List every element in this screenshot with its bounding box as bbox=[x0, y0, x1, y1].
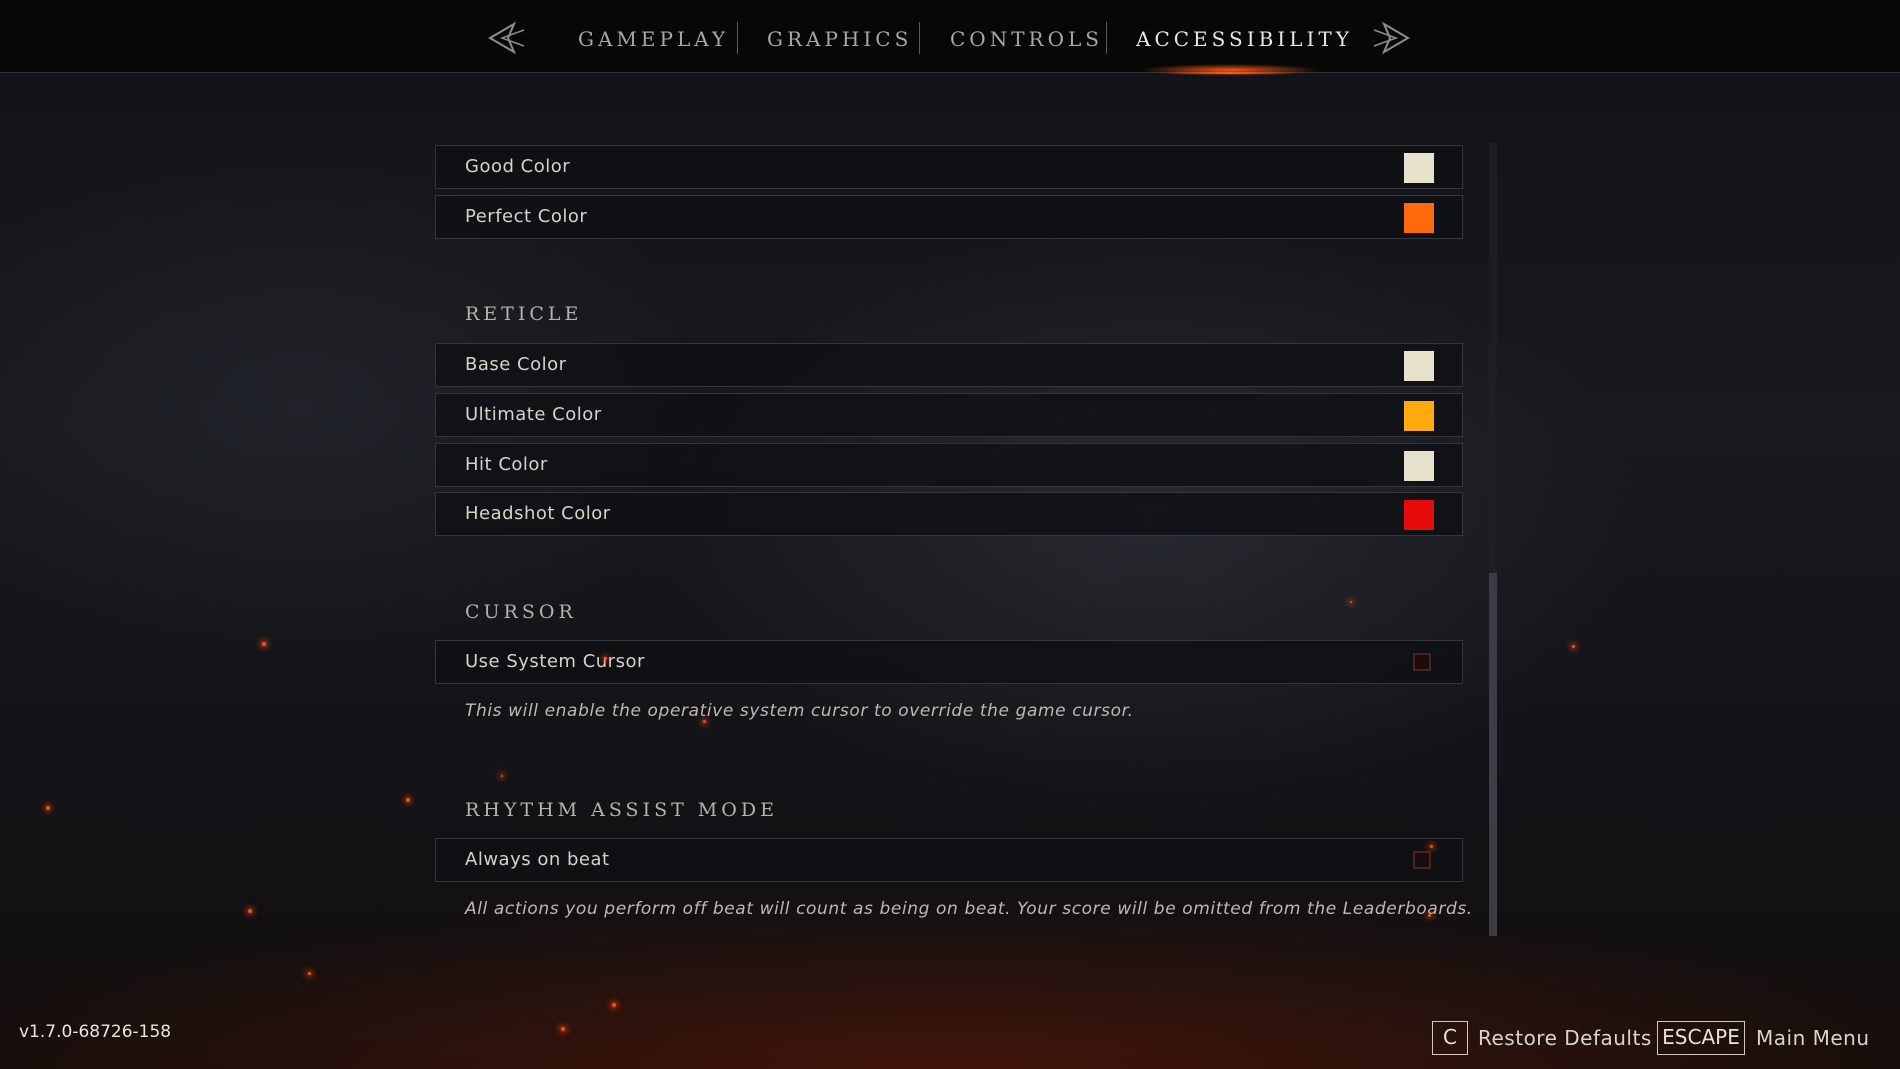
setting-label: Hit Color bbox=[465, 454, 548, 475]
section-title-cursor: CURSOR bbox=[465, 601, 577, 623]
ember-particle bbox=[1430, 845, 1433, 848]
main-menu-button[interactable]: Main Menu bbox=[1756, 1021, 1870, 1055]
perfect-color-swatch[interactable] bbox=[1404, 203, 1434, 233]
always-on-beat-row[interactable]: Always on beat bbox=[435, 838, 1463, 882]
restore-key-hint: C bbox=[1432, 1021, 1468, 1055]
escape-key-hint: ESCAPE bbox=[1657, 1021, 1745, 1055]
tab-separator bbox=[1106, 22, 1107, 54]
version-label: v1.7.0-68726-158 bbox=[19, 1022, 172, 1042]
ember-particle bbox=[1428, 914, 1431, 917]
ember-particle bbox=[262, 642, 266, 646]
ember-particle bbox=[406, 798, 410, 802]
use-system-cursor-checkbox[interactable] bbox=[1413, 653, 1431, 671]
good-color-swatch[interactable] bbox=[1404, 153, 1434, 183]
ember-particle bbox=[248, 909, 252, 913]
good-color-row[interactable]: Good Color bbox=[435, 145, 1463, 189]
headshot-color-swatch[interactable] bbox=[1404, 500, 1434, 530]
hit-color-row[interactable]: Hit Color bbox=[435, 443, 1463, 487]
next-tab-button[interactable] bbox=[1370, 20, 1414, 56]
tab-accessibility[interactable]: ACCESSIBILITY bbox=[1136, 22, 1353, 56]
top-nav-bar: GAMEPLAY GRAPHICS CONTROLS ACCESSIBILITY bbox=[0, 0, 1900, 73]
ember-particle bbox=[561, 1027, 565, 1031]
settings-screen: GAMEPLAY GRAPHICS CONTROLS ACCESSIBILITY… bbox=[0, 0, 1900, 1069]
tab-controls[interactable]: CONTROLS bbox=[950, 22, 1103, 56]
setting-label: Good Color bbox=[465, 156, 571, 177]
ember-particle bbox=[46, 806, 50, 810]
ember-particle bbox=[1350, 601, 1352, 603]
setting-label: Always on beat bbox=[465, 849, 610, 870]
active-tab-glow bbox=[1140, 64, 1320, 76]
setting-label: Base Color bbox=[465, 354, 567, 375]
hit-color-swatch[interactable] bbox=[1404, 451, 1434, 481]
setting-label: Headshot Color bbox=[465, 503, 611, 524]
headshot-color-row[interactable]: Headshot Color bbox=[435, 492, 1463, 536]
perfect-color-row[interactable]: Perfect Color bbox=[435, 195, 1463, 239]
setting-label: Ultimate Color bbox=[465, 404, 602, 425]
always-on-beat-checkbox[interactable] bbox=[1413, 851, 1431, 869]
tab-graphics[interactable]: GRAPHICS bbox=[767, 22, 912, 56]
prev-tab-button[interactable] bbox=[484, 20, 528, 56]
cursor-description: This will enable the operative system cu… bbox=[465, 701, 1134, 721]
ember-particle bbox=[308, 972, 311, 975]
setting-label: Perfect Color bbox=[465, 206, 588, 227]
section-title-reticle: RETICLE bbox=[465, 303, 583, 325]
tab-separator bbox=[737, 22, 738, 54]
scrollbar-thumb[interactable] bbox=[1489, 573, 1497, 936]
rhythm-description: All actions you perform off beat will co… bbox=[465, 899, 1473, 919]
use-system-cursor-row[interactable]: Use System Cursor bbox=[435, 640, 1463, 684]
chevron-left-icon bbox=[488, 21, 525, 55]
base-color-row[interactable]: Base Color bbox=[435, 343, 1463, 387]
ultimate-color-swatch[interactable] bbox=[1404, 401, 1434, 431]
ember-particle bbox=[501, 775, 503, 777]
tab-separator bbox=[919, 22, 920, 54]
ember-particle bbox=[612, 1003, 616, 1007]
ember-particle bbox=[703, 720, 706, 723]
tab-gameplay[interactable]: GAMEPLAY bbox=[578, 22, 729, 56]
ember-particle bbox=[604, 657, 607, 660]
ember-particle bbox=[1572, 645, 1575, 648]
restore-defaults-button[interactable]: Restore Defaults bbox=[1478, 1021, 1652, 1055]
ultimate-color-row[interactable]: Ultimate Color bbox=[435, 393, 1463, 437]
setting-label: Use System Cursor bbox=[465, 651, 645, 672]
section-title-rhythm-assist: RHYTHM ASSIST MODE bbox=[465, 799, 778, 821]
chevron-right-icon bbox=[1373, 21, 1410, 55]
active-tab-indicator bbox=[1165, 72, 1295, 74]
base-color-swatch[interactable] bbox=[1404, 351, 1434, 381]
